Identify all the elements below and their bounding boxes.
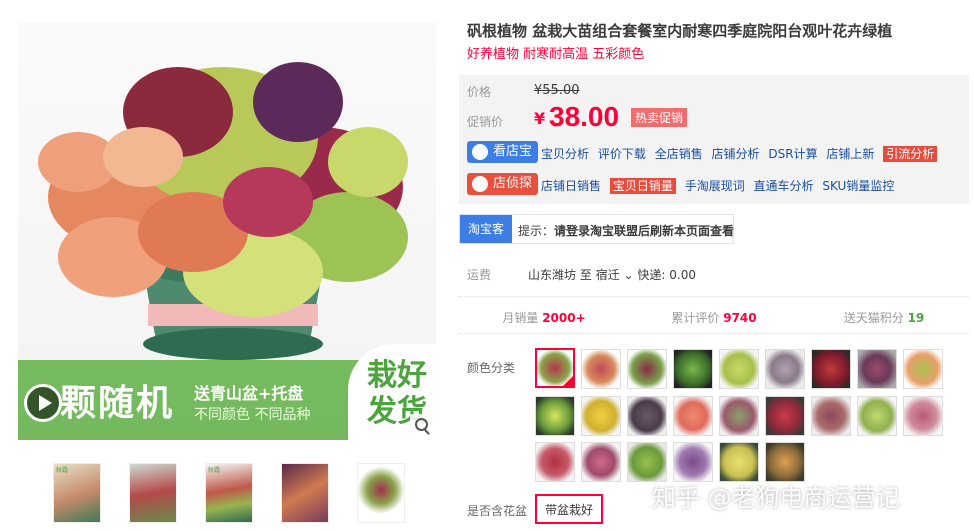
promo-price-label: 促销价 [467,115,504,129]
diantantan-button[interactable]: 店侦探 [467,173,539,195]
link-store-daily-sales[interactable]: 店铺日销售 [541,179,601,193]
promo-headline: 颗随机 [60,383,175,424]
hot-sale-badge: 热卖促销 [631,108,688,127]
diantantan-links: 店铺日销售 宝贝日销量 手淘展现词 直通车分析 SKU销量监控 [541,177,899,194]
shipping-info: 山东潍坊 至 宿迁 ⌄ 快递: 0.00 [528,266,696,283]
color-swatch-8[interactable] [857,349,897,389]
product-subtitle: 好养植物 耐寒耐高温 五彩颜色 [467,47,645,62]
taobaoke-bar: 淘宝客 提示：请登录淘宝联盟后刷新本页面查看 [459,214,734,244]
main-product-image[interactable]: 颗随机 送青山盆+托盘 不同颜色 不同品种 栽好发货 [18,22,436,440]
color-option-label: 颜色分类 [467,361,516,375]
diantantan-icon [472,176,488,192]
tmall-points: 送天猫积分 19 [843,311,925,325]
color-swatch-23[interactable] [719,442,759,482]
taobaoke-tip: 提示：请登录淘宝联盟后刷新本页面查看 [518,224,735,238]
link-store-sales[interactable]: 全店销售 [655,147,703,161]
thumbnail-3[interactable]: 秋霜 [205,463,253,523]
color-swatch-19[interactable] [535,442,575,482]
thumbnail-2[interactable] [129,463,177,523]
thumbnail-5[interactable] [357,463,405,523]
color-swatch-15[interactable] [765,396,805,436]
link-sku-monitor[interactable]: SKU销量监控 [822,179,894,193]
zoom-icon[interactable] [410,414,434,438]
link-traffic-analysis[interactable]: 引流分析 [883,146,938,162]
color-swatch-4[interactable] [673,349,713,389]
color-swatch-5[interactable] [719,349,759,389]
color-swatch-17[interactable] [857,396,897,436]
ship-to-word: 至 [579,268,592,282]
color-swatch-12[interactable] [627,396,667,436]
thumbnail-4[interactable] [281,463,329,523]
thumbnail-tag: 秋霜 [208,467,221,474]
link-store-analysis[interactable]: 店铺分析 [712,147,760,161]
chevron-down-icon: ⌄ [619,268,634,282]
thumbnail-1[interactable]: 秋霜 [53,463,101,523]
thumbnail-tag: 秋霜 [56,467,69,474]
sales-stats: 月销量 2000+ 累计评价 9740 送天猫积分 19 [459,296,969,334]
link-review-download[interactable]: 评价下载 [598,147,646,161]
promo-price: 38.00 [549,101,620,132]
color-swatch-14[interactable] [719,396,759,436]
color-swatch-11[interactable] [581,396,621,436]
color-swatch-9[interactable] [903,349,943,389]
ship-from: 山东潍坊 [528,268,577,282]
product-title: 矾根植物 盆栽大苗组合套餐室内耐寒四季庭院阳台观叶花卉绿植 [467,22,893,40]
ship-fee: 快递: 0.00 [637,268,696,282]
promo-line-1: 送青山盆+托盘 [194,384,304,403]
taobaoke-badge[interactable]: 淘宝客 [460,215,512,243]
shipping-label: 运费 [467,268,492,282]
color-swatch-10[interactable] [535,396,575,436]
color-swatch-2[interactable] [581,349,621,389]
color-swatch-7[interactable] [811,349,851,389]
link-item-analysis[interactable]: 宝贝分析 [541,147,589,161]
color-swatch-3[interactable] [627,349,667,389]
ship-destination-select[interactable]: 宿迁 ⌄ [596,268,634,282]
kandianbao-icon [472,144,488,160]
total-reviews[interactable]: 累计评价 9740 [629,309,799,326]
currency-symbol: ¥ [534,109,546,128]
kandianbao-links: 宝贝分析 评价下载 全店销售 店铺分析 DSR计算 店铺上新 引流分析 [541,145,942,162]
price-label: 价格 [467,85,492,99]
color-swatch-21[interactable] [627,442,667,482]
link-dsr-calc[interactable]: DSR计算 [768,147,817,161]
color-swatch-6[interactable] [765,349,805,389]
zhihu-watermark: 知乎 @老狗电商运营记 [652,484,900,512]
pot-option-label: 是否含花盆 [467,504,528,518]
color-swatch-18[interactable] [903,396,943,436]
promo-line-2: 不同颜色 不同品种 [194,407,311,423]
kandianbao-button[interactable]: 看店宝 [467,141,539,163]
monthly-sales: 月销量 2000+ [502,311,586,325]
video-play-icon[interactable] [24,384,62,422]
link-item-daily-sales[interactable]: 宝贝日销量 [609,178,676,194]
color-swatch-24[interactable] [765,442,805,482]
color-swatch-1[interactable] [535,348,575,388]
color-swatch-16[interactable] [811,396,851,436]
link-search-terms[interactable]: 手淘展现词 [685,179,745,193]
color-swatch-20[interactable] [581,442,621,482]
link-store-new[interactable]: 店铺上新 [826,147,874,161]
color-swatch-22[interactable] [673,442,713,482]
link-ztc-analysis[interactable]: 直通车分析 [754,179,814,193]
price-panel: 价格 ¥55.00 促销价 ¥ 38.00 热卖促销 看店宝 宝贝分析 评价下载… [459,75,969,204]
original-price: ¥55.00 [534,83,580,98]
color-swatch-13[interactable] [673,396,713,436]
pot-option-with-pot[interactable]: 带盆栽好 [535,494,604,524]
